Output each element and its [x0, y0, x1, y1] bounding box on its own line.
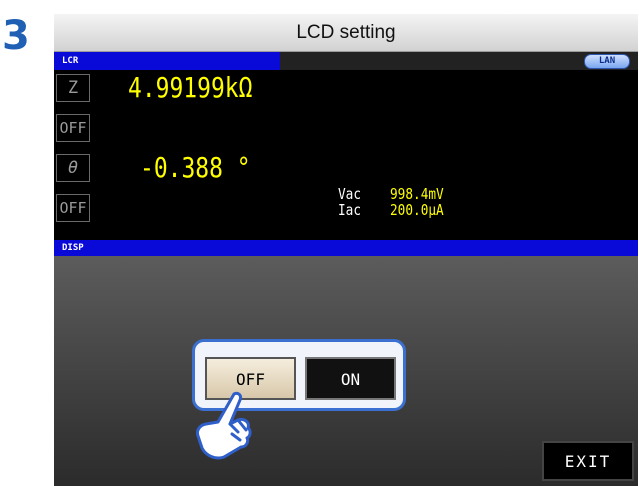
- disp-section-label: DISP: [54, 240, 638, 256]
- status-header: LCR LAN: [54, 52, 638, 70]
- lcd-settings-area: OFF ON EXIT: [54, 256, 638, 486]
- monitor-current-value: 200.0μA: [390, 201, 444, 219]
- param1-label: Z: [56, 74, 90, 102]
- measurement-panel: Z 4.99199kΩ OFF θ -0.388 ° OFF Vac 998.4…: [54, 70, 638, 240]
- param3-value: -0.388 °: [140, 151, 251, 184]
- monitor-current-label: Iac: [338, 201, 362, 219]
- lcr-mode-tab: LCR: [54, 52, 280, 70]
- exit-button[interactable]: EXIT: [542, 441, 634, 481]
- param2-label: OFF: [56, 114, 90, 142]
- lan-status-badge: LAN: [584, 54, 630, 69]
- screen-title: LCD setting: [54, 14, 638, 52]
- hand-pointer-icon: [196, 391, 252, 460]
- step-number: 3: [2, 13, 30, 59]
- param3-label: θ: [56, 154, 90, 182]
- instrument-screen: LCD setting LCR LAN Z 4.99199kΩ OFF θ -0…: [54, 14, 638, 486]
- on-button[interactable]: ON: [305, 357, 396, 400]
- param1-value: 4.99199kΩ: [128, 71, 253, 104]
- monitor-voltage-value: 998.4mV: [390, 185, 444, 203]
- monitor-voltage-label: Vac: [338, 185, 362, 203]
- param4-label: OFF: [56, 194, 90, 222]
